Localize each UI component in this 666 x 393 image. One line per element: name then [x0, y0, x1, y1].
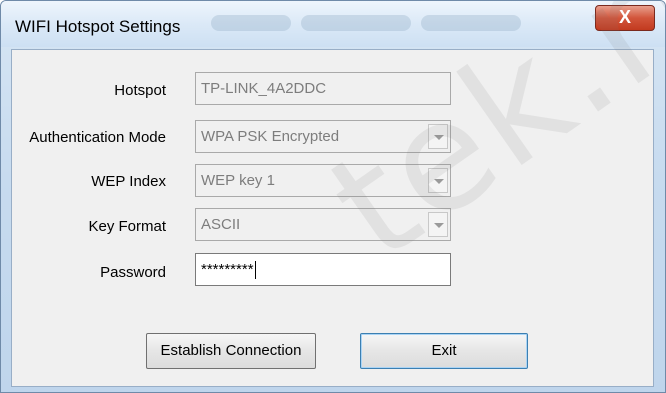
auth-mode-value: WPA PSK Encrypted [201, 128, 340, 145]
password-label: Password [100, 264, 166, 281]
title-bar[interactable]: WIFI Hotspot Settings X [1, 1, 665, 47]
establish-connection-button[interactable]: Establish Connection [146, 333, 316, 369]
auth-mode-label: Authentication Mode [29, 129, 166, 146]
auth-mode-select[interactable]: WPA PSK Encrypted [195, 120, 451, 153]
close-icon: X [618, 7, 631, 27]
hotspot-value: TP-LINK_4A2DDC [201, 80, 327, 97]
close-button[interactable]: X [595, 5, 655, 31]
text-caret [254, 261, 256, 280]
hotspot-label: Hotspot [114, 82, 166, 99]
chevron-down-icon[interactable] [428, 212, 448, 237]
key-format-label: Key Format [88, 218, 166, 235]
blurred-background [301, 15, 411, 31]
key-format-value: ASCII [201, 216, 241, 233]
blurred-background [211, 15, 291, 31]
chevron-down-icon[interactable] [428, 168, 448, 193]
blurred-background [421, 15, 521, 31]
wep-index-select[interactable]: WEP key 1 [195, 164, 451, 197]
exit-button[interactable]: Exit [360, 333, 528, 369]
wep-index-value: WEP key 1 [201, 172, 275, 189]
password-value: ********* [201, 261, 254, 278]
chevron-down-icon[interactable] [428, 124, 448, 149]
password-input[interactable]: ********* [195, 253, 451, 286]
dialog-content: Hotspot TP-LINK_4A2DDC Authentication Mo… [11, 49, 654, 387]
key-format-select[interactable]: ASCII [195, 208, 451, 241]
dialog-window: WIFI Hotspot Settings X Hotspot TP-LINK_… [0, 0, 666, 393]
hotspot-field: TP-LINK_4A2DDC [195, 72, 451, 105]
window-title: WIFI Hotspot Settings [15, 17, 181, 36]
wep-index-label: WEP Index [91, 173, 166, 190]
